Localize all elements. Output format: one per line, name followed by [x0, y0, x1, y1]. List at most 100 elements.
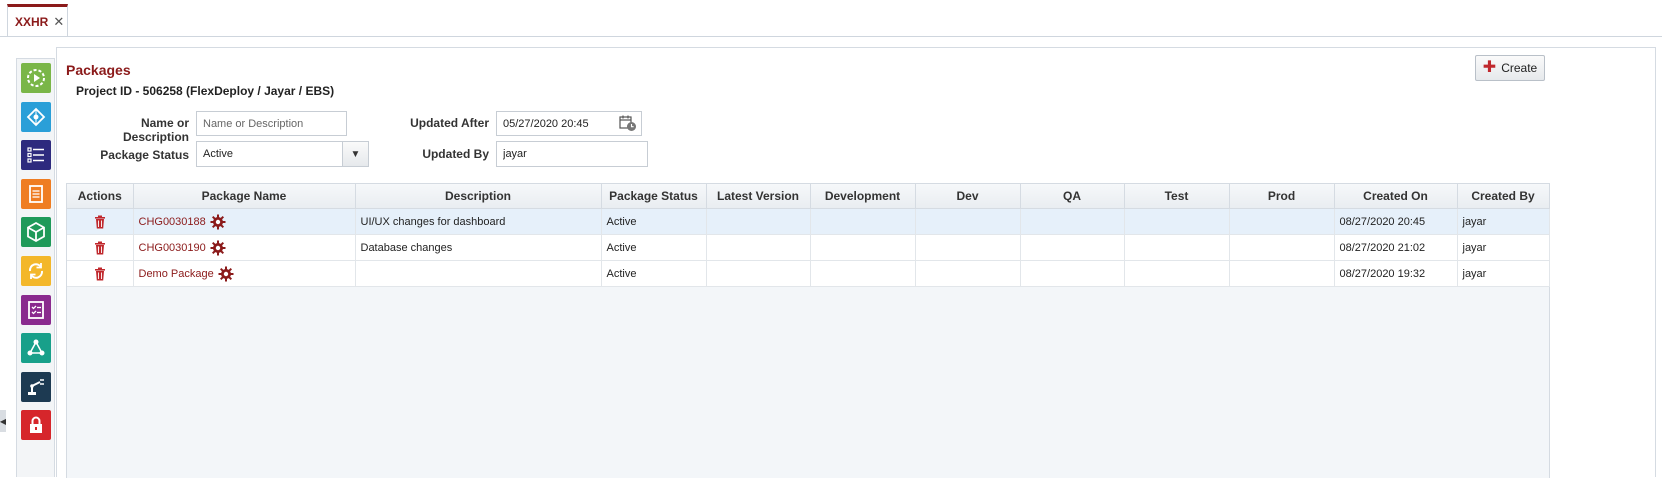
- rail-item-sync[interactable]: [21, 256, 51, 286]
- share-nodes-icon: [27, 339, 45, 356]
- package-box-icon: [27, 222, 45, 243]
- package-name-link[interactable]: Demo Package: [139, 267, 214, 279]
- package-name-cell: Demo Package: [133, 260, 356, 287]
- created-on-cell: 08/27/2020 19:32: [1334, 260, 1458, 287]
- table-row[interactable]: Demo Package Active 08/27/2020 19:32 jayar: [67, 260, 1550, 287]
- column-header[interactable]: Package Name: [133, 184, 356, 209]
- robot-arm-icon: [28, 378, 44, 395]
- latest-version-cell: [706, 234, 811, 261]
- package-name-cell: CHG0030188: [133, 208, 356, 235]
- trash-icon[interactable]: [94, 241, 106, 255]
- rail-item-checklist[interactable]: [21, 294, 51, 325]
- dev-cell: [915, 234, 1021, 261]
- project-subtitle: Project ID - 506258 (FlexDeploy / Jayar …: [76, 84, 335, 98]
- column-header[interactable]: Latest Version: [706, 184, 811, 209]
- actions-cell: [67, 208, 134, 235]
- name-description-label: Name or Description: [122, 116, 189, 144]
- create-button[interactable]: ✚ Create: [1475, 55, 1545, 81]
- actions-cell: [67, 234, 134, 261]
- package-status-cell: Active: [601, 234, 707, 261]
- latest-version-cell: [706, 260, 811, 287]
- collapse-sidebar-handle[interactable]: ◀: [0, 410, 6, 432]
- task-list-icon: [27, 147, 44, 163]
- created-by-cell: jayar: [1457, 260, 1550, 287]
- rail-item-network[interactable]: [21, 101, 51, 132]
- rail-item-package-box[interactable]: [21, 217, 51, 248]
- development-cell: [810, 260, 916, 287]
- packages-panel: Packages Project ID - 506258 (FlexDeploy…: [56, 47, 1656, 478]
- updated-after-value: 05/27/2020 20:45: [503, 118, 589, 130]
- packages-table: Actions Package Name Description Package St…: [66, 183, 1550, 478]
- package-status-cell: Active: [601, 260, 707, 287]
- chevron-left-icon: ◀: [0, 416, 7, 426]
- dev-cell: [915, 260, 1021, 287]
- table-row[interactable]: CHG0030190 Database changes Active 08/27/20…: [67, 234, 1550, 261]
- rail-item-share-nodes[interactable]: [21, 333, 51, 364]
- qa-cell: [1020, 208, 1125, 235]
- rail-item-play-gear[interactable]: [21, 63, 51, 93]
- updated-after-field[interactable]: 05/27/2020 20:45: [496, 111, 642, 136]
- column-header[interactable]: Created By: [1457, 184, 1550, 209]
- lock-icon: [30, 416, 42, 434]
- rail-item-document[interactable]: [21, 178, 51, 209]
- package-status-cell: Active: [601, 208, 707, 235]
- test-cell: [1124, 234, 1230, 261]
- column-header[interactable]: Test: [1124, 184, 1230, 209]
- prod-cell: [1229, 208, 1335, 235]
- qa-cell: [1020, 260, 1125, 287]
- package-status-select[interactable]: Active ▼: [196, 141, 369, 167]
- column-header[interactable]: Prod: [1229, 184, 1335, 209]
- actions-cell: [67, 260, 134, 287]
- gear-icon[interactable]: [210, 214, 226, 230]
- updated-by-label: Updated By: [422, 147, 489, 161]
- gear-icon[interactable]: [210, 240, 226, 256]
- table-row[interactable]: CHG0030188 UI/UX changes for dashboard Act…: [67, 208, 1550, 235]
- trash-icon[interactable]: [94, 215, 106, 229]
- gear-icon[interactable]: [218, 266, 234, 282]
- created-by-cell: jayar: [1457, 208, 1550, 235]
- column-header[interactable]: Description: [355, 184, 602, 209]
- dropdown-button[interactable]: ▼: [342, 142, 368, 166]
- development-cell: [810, 234, 916, 261]
- package-status-value: Active: [203, 148, 233, 160]
- package-name-link[interactable]: CHG0030188: [139, 215, 206, 227]
- development-cell: [810, 208, 916, 235]
- column-header[interactable]: Dev: [915, 184, 1021, 209]
- calendar-clock-icon[interactable]: [619, 114, 637, 132]
- page-title: Packages: [66, 62, 131, 78]
- play-gear-icon: [27, 69, 45, 87]
- test-cell: [1124, 260, 1230, 287]
- trash-icon[interactable]: [94, 267, 106, 281]
- test-cell: [1124, 208, 1230, 235]
- table-header: Actions Package Name Description Package St…: [67, 184, 1550, 209]
- description-cell: Database changes: [355, 234, 602, 261]
- tab-xxhr[interactable]: XXHR ✕: [7, 4, 68, 36]
- rail-item-robot-arm[interactable]: [21, 371, 51, 402]
- rail-item-task-list[interactable]: [21, 140, 51, 171]
- checklist-icon: [28, 300, 44, 319]
- name-description-input[interactable]: [196, 111, 347, 136]
- prod-cell: [1229, 234, 1335, 261]
- network-icon: [26, 107, 46, 126]
- column-header[interactable]: Package Status: [601, 184, 707, 209]
- created-by-cell: jayar: [1457, 234, 1550, 261]
- document-icon: [29, 184, 43, 203]
- latest-version-cell: [706, 208, 811, 235]
- close-icon[interactable]: ✕: [53, 14, 64, 30]
- prod-cell: [1229, 260, 1335, 287]
- sync-icon: [28, 263, 44, 279]
- column-header[interactable]: Actions: [67, 184, 134, 209]
- rail-item-lock[interactable]: [21, 410, 51, 441]
- package-status-label: Package Status: [100, 148, 189, 162]
- plus-icon: ✚: [1482, 59, 1497, 76]
- updated-after-label: Updated After: [410, 116, 489, 130]
- tab-strip: XXHR ✕: [0, 0, 1662, 37]
- column-header[interactable]: Created On: [1334, 184, 1458, 209]
- package-name-link[interactable]: CHG0030190: [139, 241, 206, 253]
- column-header[interactable]: Development: [810, 184, 916, 209]
- create-button-label: Create: [1501, 61, 1538, 75]
- created-on-cell: 08/27/2020 21:02: [1334, 234, 1458, 261]
- description-cell: [355, 260, 602, 287]
- column-header[interactable]: QA: [1020, 184, 1125, 209]
- updated-by-input[interactable]: [496, 141, 648, 167]
